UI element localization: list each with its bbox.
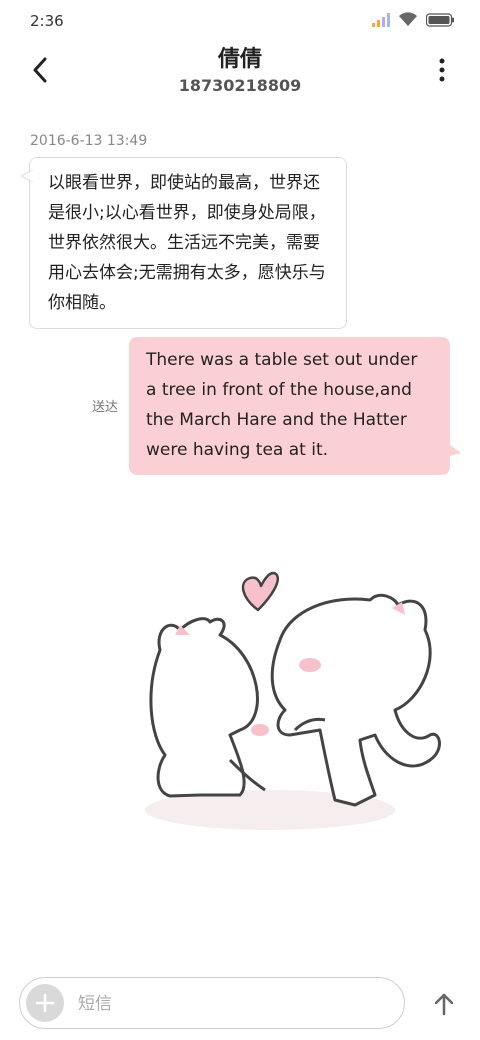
sms-input[interactable] [76,990,380,1018]
contact-phone: 18730218809 [178,76,302,95]
kissing-cats-sticker[interactable] [130,560,450,850]
more-options-button[interactable] [430,54,454,86]
signal-bars-icon [372,12,390,31]
battery-icon [425,12,454,31]
status-bar: 2:36 [0,0,480,44]
message-timestamp: 2016-6-13 13:49 [30,133,148,149]
incoming-message-text: 以眼看世界，即使站的最高，世界还是很小;以心看世界，即使身处局限，世界依然很大。… [48,173,326,313]
status-icons [372,12,454,31]
outgoing-message-bubble[interactable]: There was a table set out under a tree i… [129,337,461,475]
status-time: 2:36 [30,12,64,30]
messaging-screen: 2:36 倩倩 18730218809 2016-6-13 13:49 以眼看世… [0,0,480,1040]
arrow-up-icon [434,993,454,1016]
conversation-header: 倩倩 18730218809 [0,44,480,104]
message-composer [19,977,405,1029]
contact-name: 倩倩 [217,47,262,72]
bubble-tail [447,443,461,457]
bubble-tail [21,170,33,182]
more-vertical-icon [439,58,445,82]
send-button[interactable] [430,990,458,1018]
plus-icon [35,993,55,1013]
incoming-message-bubble[interactable]: 以眼看世界，即使站的最高，世界还是很小;以心看世界，即使身处局限，世界依然很大。… [21,157,347,329]
outgoing-message-text: There was a table set out under a tree i… [146,350,418,460]
contact-title: 倩倩 18730218809 [0,46,480,96]
add-attachment-button[interactable] [26,984,64,1022]
wifi-icon [398,12,418,31]
delivery-status: 送达 [92,400,119,415]
